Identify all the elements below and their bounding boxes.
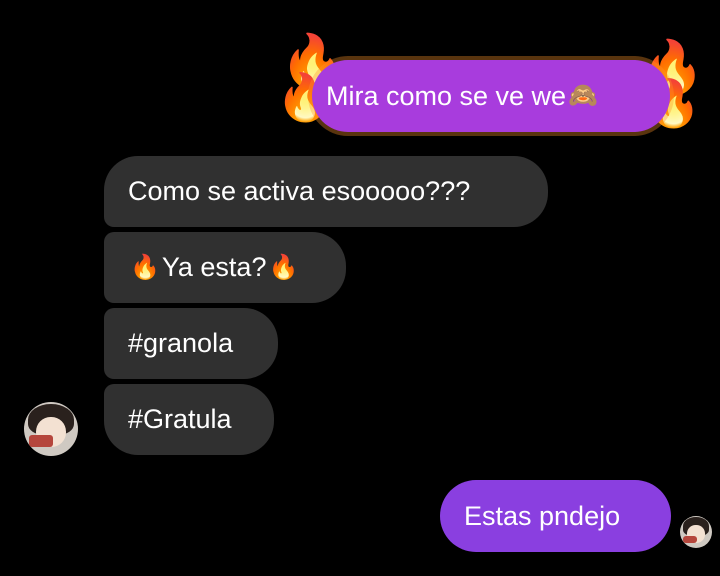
message-thread: 🔥 🔥 🔥 🔥 Mira como se ve we 🙈 Como se acti… [0, 0, 720, 576]
read-receipt-avatar [680, 516, 712, 548]
fire-icon: 🔥 [268, 253, 299, 281]
outgoing-message-bubble[interactable]: Mira como se ve we 🙈 [312, 60, 670, 132]
incoming-message-bubble[interactable]: Como se activa esooooo??? [104, 156, 548, 227]
incoming-message-bubble[interactable]: #granola [104, 308, 278, 379]
incoming-message-bubble[interactable]: 🔥 Ya esta? 🔥 [104, 232, 346, 303]
fire-icon: 🔥 [130, 253, 160, 281]
outgoing-message-bubble[interactable]: Estas pndejo [440, 480, 671, 552]
message-text: Estas pndejo [464, 500, 621, 531]
message-text: Mira como se ve we [326, 80, 567, 111]
avatar-item [29, 435, 54, 448]
incoming-message-bubble[interactable]: #Gratula [104, 384, 274, 455]
avatar-item [683, 535, 698, 543]
message-text: #granola [128, 328, 234, 358]
message-text: Ya esta? [161, 252, 267, 282]
see-no-evil-monkey-icon: 🙈 [568, 82, 598, 109]
message-text: #Gratula [128, 404, 232, 434]
contact-avatar[interactable] [24, 402, 78, 456]
message-text: Como se activa esooooo??? [128, 176, 471, 206]
